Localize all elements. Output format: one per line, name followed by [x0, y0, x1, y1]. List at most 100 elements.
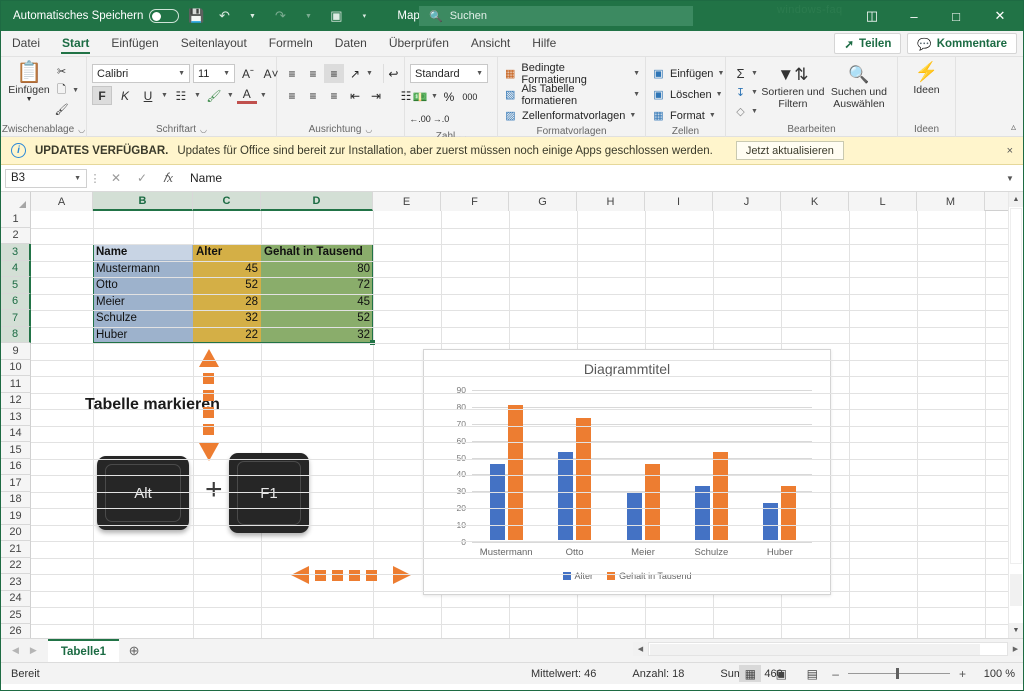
- accept-icon[interactable]: ✓: [129, 171, 155, 185]
- ribbon-display-options-icon[interactable]: ◫: [851, 1, 893, 31]
- borders-button[interactable]: ☷: [171, 86, 191, 105]
- comments-button[interactable]: 💬 Kommentare: [907, 33, 1017, 54]
- wrap-text-icon[interactable]: ↩: [382, 64, 403, 83]
- row-header-20[interactable]: 20: [1, 524, 31, 541]
- column-header-H[interactable]: H: [577, 192, 645, 211]
- row-header-14[interactable]: 14: [1, 425, 31, 442]
- tab-ueberpruefen[interactable]: Überprüfen: [378, 30, 460, 56]
- orientation-icon[interactable]: ↗: [345, 64, 365, 83]
- clipboard-dialog-launcher-icon[interactable]: ◡: [78, 125, 85, 134]
- autosave-toggle[interactable]: [149, 9, 180, 23]
- tab-seitenlayout[interactable]: Seitenlayout: [170, 30, 258, 56]
- expand-formula-bar-icon[interactable]: ▼: [1001, 174, 1019, 183]
- horizontal-scrollbar[interactable]: ◀ ▶: [633, 641, 1023, 656]
- increase-indent-icon[interactable]: ⇥: [366, 86, 386, 105]
- page-break-icon[interactable]: ▤: [801, 665, 823, 682]
- vertical-scroll-track[interactable]: [1010, 574, 1022, 606]
- paste-button[interactable]: 📋 Einfügen ▼: [6, 60, 52, 104]
- row-header-21[interactable]: 21: [1, 541, 31, 558]
- sheet-prev-icon[interactable]: ◀: [12, 645, 19, 656]
- horizontal-scroll-track[interactable]: [648, 641, 1008, 656]
- search-input[interactable]: 🔍 Suchen: [419, 6, 693, 26]
- row-header-18[interactable]: 18: [1, 491, 31, 508]
- table-row[interactable]: 45: [193, 261, 261, 278]
- table-row[interactable]: Otto: [93, 277, 193, 294]
- number-format-select[interactable]: Standard ▼: [410, 64, 488, 83]
- align-top-icon[interactable]: ≡: [282, 64, 302, 83]
- format-cells-button[interactable]: ▦ Format ▼: [651, 105, 715, 126]
- row-header-13[interactable]: 13: [1, 409, 31, 426]
- conditional-formatting-button[interactable]: ▦ Bedingte Formatierung ▼: [503, 62, 640, 86]
- table-header-gehalt[interactable]: Gehalt in Tausend: [261, 244, 373, 261]
- table-header-name[interactable]: Name: [93, 244, 193, 261]
- borders-dropdown-icon[interactable]: ▼: [194, 92, 201, 99]
- table-row[interactable]: 22: [193, 327, 261, 344]
- table-row[interactable]: 52: [193, 277, 261, 294]
- delete-cells-button[interactable]: ▣ Löschen ▼: [651, 84, 722, 105]
- table-row[interactable]: Huber: [93, 327, 193, 344]
- increase-decimal-icon[interactable]: ←.00: [409, 109, 431, 128]
- table-row[interactable]: 52: [261, 310, 373, 327]
- row-header-4[interactable]: 4: [1, 260, 31, 277]
- font-color-dropdown-icon[interactable]: ▼: [260, 92, 267, 99]
- autosum-dropdown-icon[interactable]: ▼: [751, 70, 758, 77]
- font-family-select[interactable]: Calibri ▼: [92, 64, 190, 83]
- column-header-F[interactable]: F: [441, 192, 509, 211]
- grid-cells[interactable]: Name Alter Gehalt in Tausend Mustermann 45 80…: [31, 211, 1023, 638]
- increase-font-size-button[interactable]: Aˉ: [238, 64, 258, 83]
- column-header-L[interactable]: L: [849, 192, 917, 211]
- vertical-scroll-thumb[interactable]: [1010, 208, 1022, 564]
- fx-icon[interactable]: 𝑓x: [155, 170, 181, 186]
- tab-daten[interactable]: Daten: [324, 30, 378, 56]
- horizontal-scroll-thumb[interactable]: [650, 643, 980, 655]
- align-center-icon[interactable]: ≡: [303, 86, 323, 105]
- row-header-11[interactable]: 11: [1, 376, 31, 393]
- table-row[interactable]: 32: [261, 327, 373, 344]
- cancel-icon[interactable]: ✕: [103, 171, 129, 185]
- align-bottom-icon[interactable]: ≡: [324, 64, 344, 83]
- maximize-button[interactable]: □: [935, 1, 977, 31]
- select-all-corner[interactable]: [1, 192, 31, 211]
- align-left-icon[interactable]: ≡: [282, 86, 302, 105]
- row-header-12[interactable]: 12: [1, 392, 31, 409]
- clear-dropdown-icon[interactable]: ▼: [751, 108, 758, 115]
- autosum-button[interactable]: Σ ▼: [731, 65, 760, 82]
- table-header-alter[interactable]: Alter: [193, 244, 261, 261]
- row-header-1[interactable]: 1: [1, 211, 31, 228]
- scroll-right-icon[interactable]: ▶: [1008, 641, 1023, 656]
- tab-start[interactable]: Start: [51, 30, 100, 56]
- row-header-26[interactable]: 26: [1, 623, 31, 638]
- font-size-select[interactable]: 11 ▼: [193, 64, 235, 83]
- table-row[interactable]: 80: [261, 261, 373, 278]
- scroll-down-icon[interactable]: ▼: [1009, 623, 1023, 638]
- align-middle-icon[interactable]: ≡: [303, 64, 323, 83]
- underline-dropdown-icon[interactable]: ▼: [161, 92, 168, 99]
- row-header-10[interactable]: 10: [1, 359, 31, 376]
- font-color-button[interactable]: A: [236, 87, 257, 104]
- zoom-slider[interactable]: [847, 667, 950, 681]
- fill-dropdown-icon[interactable]: ▼: [751, 89, 758, 96]
- touch-mode-icon[interactable]: ▣: [325, 5, 347, 27]
- align-right-icon[interactable]: ≡: [324, 86, 344, 105]
- name-box[interactable]: B3 ▼: [5, 168, 87, 188]
- row-header-17[interactable]: 17: [1, 475, 31, 492]
- find-select-button[interactable]: 🔍 Suchen und Auswählen: [826, 62, 892, 110]
- tab-datei[interactable]: Datei: [1, 30, 51, 56]
- vertical-scrollbar[interactable]: ▲ ▼: [1008, 192, 1023, 638]
- column-header-E[interactable]: E: [373, 192, 441, 211]
- column-header-J[interactable]: J: [713, 192, 781, 211]
- decrease-decimal-icon[interactable]: →.0: [431, 109, 451, 128]
- scroll-left-icon[interactable]: ◀: [633, 641, 648, 656]
- clear-button[interactable]: ◇ ▼: [731, 103, 760, 120]
- currency-icon[interactable]: 💵: [410, 87, 430, 106]
- fill-color-dropdown-icon[interactable]: ▼: [227, 92, 234, 99]
- undo-icon[interactable]: ↶: [213, 5, 235, 27]
- normal-view-icon[interactable]: ▦: [739, 665, 762, 682]
- copy-dropdown-icon[interactable]: ▼: [72, 87, 79, 94]
- alignment-dialog-launcher-icon[interactable]: ◡: [365, 125, 372, 134]
- row-header-5[interactable]: 5: [1, 277, 31, 294]
- column-header-G[interactable]: G: [509, 192, 577, 211]
- bold-button[interactable]: F: [92, 86, 112, 105]
- table-row[interactable]: 32: [193, 310, 261, 327]
- percent-icon[interactable]: %: [439, 87, 459, 106]
